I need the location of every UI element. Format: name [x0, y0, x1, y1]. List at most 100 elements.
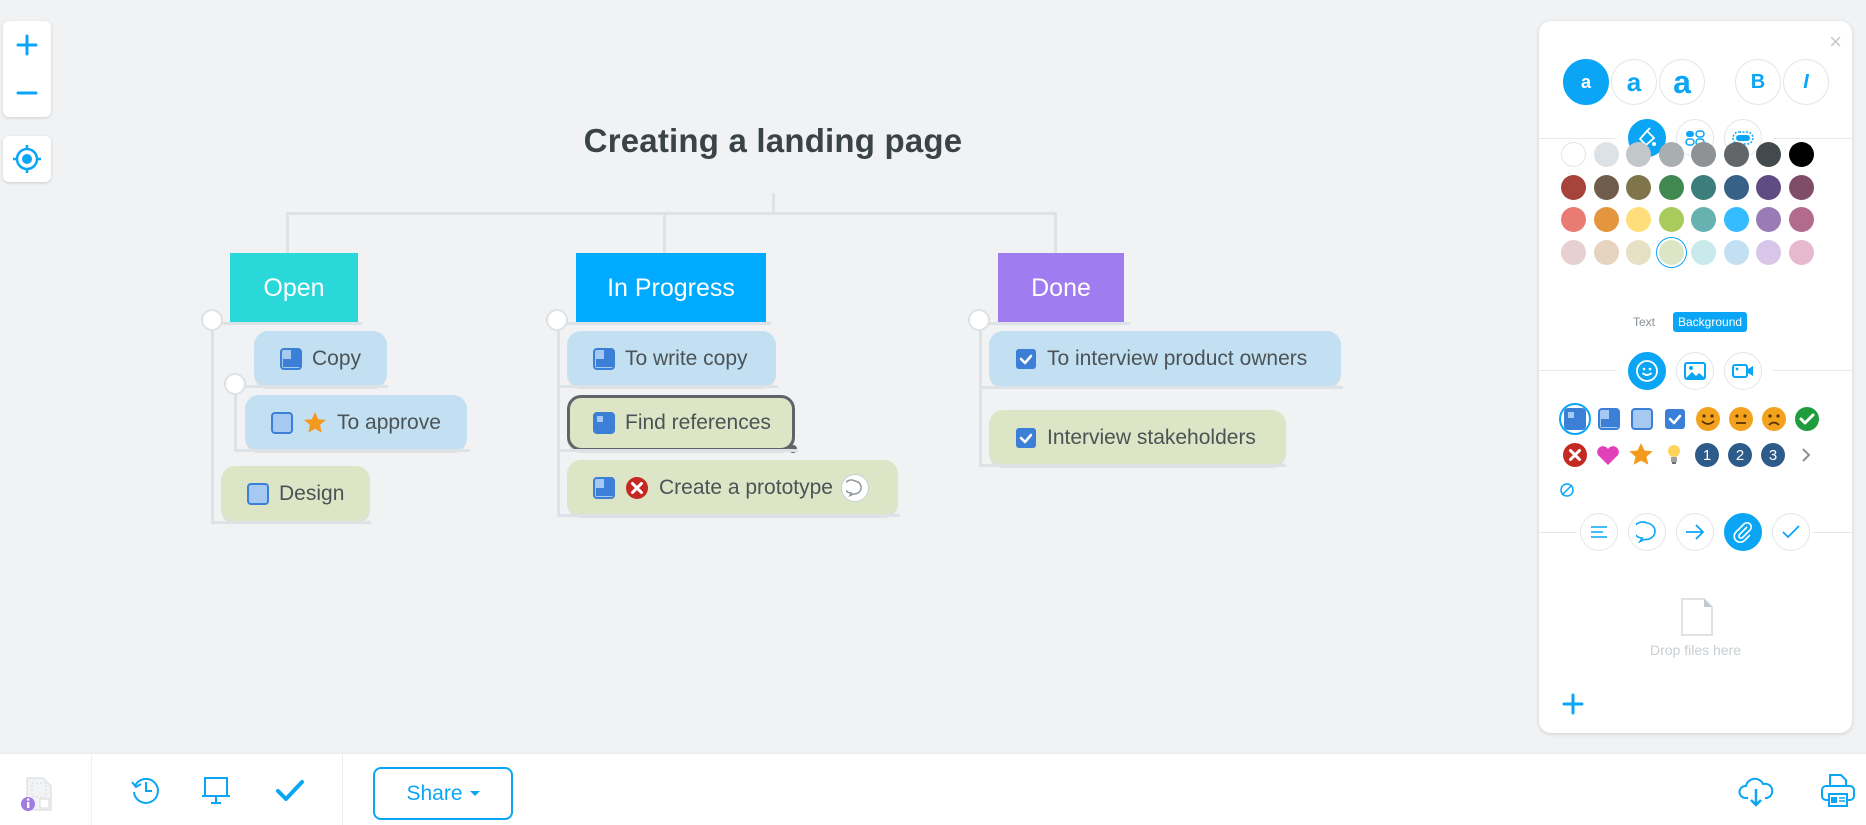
color-swatch[interactable]: [1658, 142, 1684, 167]
divider: [1539, 370, 1617, 371]
locate-button[interactable]: [3, 136, 51, 182]
color-swatch[interactable]: [1788, 142, 1814, 167]
color-swatch[interactable]: [1756, 174, 1781, 200]
color-swatch[interactable]: [1788, 174, 1814, 200]
connector: [558, 385, 778, 388]
link-tab[interactable]: [1676, 513, 1714, 551]
attachment-tab[interactable]: [1724, 513, 1762, 551]
node-create-a-prototype[interactable]: Create a prototype: [567, 460, 898, 516]
number-2-icon[interactable]: 2: [1726, 441, 1754, 469]
color-swatch[interactable]: [1723, 142, 1749, 167]
presentation-button[interactable]: [198, 774, 234, 806]
color-swatch[interactable]: [1593, 239, 1619, 265]
bold-button[interactable]: B: [1735, 59, 1781, 105]
tasks-button[interactable]: [272, 774, 308, 806]
color-swatch[interactable]: [1723, 239, 1749, 265]
node-to-interview-product-owners[interactable]: To interview product owners: [989, 331, 1341, 387]
star-icon[interactable]: [1627, 441, 1655, 469]
color-swatch[interactable]: [1593, 142, 1619, 167]
map-title[interactable]: Creating a landing page: [500, 122, 1046, 160]
color-swatch[interactable]: [1756, 142, 1781, 167]
task-tab[interactable]: [1772, 513, 1810, 551]
color-swatch[interactable]: [1691, 142, 1716, 167]
color-swatch[interactable]: [1593, 174, 1619, 200]
check-green-icon[interactable]: [1793, 405, 1821, 433]
zoom-in-button[interactable]: [3, 21, 51, 69]
collapse-knob[interactable]: [224, 373, 246, 395]
category-done[interactable]: Done: [998, 253, 1124, 323]
node-copy[interactable]: Copy: [254, 331, 387, 387]
number-3-icon[interactable]: 3: [1759, 441, 1787, 469]
media-tab-image[interactable]: [1676, 352, 1714, 390]
color-swatch[interactable]: [1723, 174, 1749, 200]
comment-icon: [845, 479, 862, 497]
node-design[interactable]: Design: [221, 466, 370, 522]
history-button[interactable]: [126, 774, 166, 806]
color-swatch[interactable]: [1756, 207, 1781, 232]
number-1-icon[interactable]: 1: [1693, 441, 1721, 469]
add-attachment-button[interactable]: [1562, 693, 1584, 720]
color-swatch[interactable]: [1658, 207, 1684, 232]
color-swatch[interactable]: [1593, 207, 1619, 232]
drop-zone-label[interactable]: Drop files here: [1539, 642, 1852, 658]
close-panel-button[interactable]: ×: [1829, 29, 1842, 55]
chevron-right-icon[interactable]: [1792, 441, 1820, 469]
export-button[interactable]: [1737, 772, 1777, 810]
task-half-icon[interactable]: [1595, 405, 1623, 433]
color-swatch[interactable]: [1658, 174, 1684, 200]
color-target-text-tab[interactable]: Text: [1633, 315, 1655, 329]
collapse-knob[interactable]: [546, 309, 568, 331]
color-swatch[interactable]: [1691, 239, 1716, 265]
comment-tab[interactable]: [1628, 513, 1666, 551]
notes-tab[interactable]: [1580, 513, 1618, 551]
sad-face-icon[interactable]: [1760, 405, 1788, 433]
color-swatch[interactable]: [1626, 142, 1651, 167]
color-swatch[interactable]: [1626, 174, 1651, 200]
color-swatch[interactable]: [1561, 239, 1586, 265]
text-size-small-button[interactable]: a: [1563, 59, 1609, 105]
category-in-progress[interactable]: In Progress: [576, 253, 766, 323]
color-swatch[interactable]: [1561, 174, 1586, 200]
node-to-write-copy[interactable]: To write copy: [567, 331, 776, 387]
color-swatch[interactable]: [1788, 207, 1814, 232]
lightbulb-icon[interactable]: [1660, 441, 1688, 469]
task-done-icon[interactable]: [1661, 405, 1689, 433]
media-tab-icons[interactable]: [1628, 352, 1666, 390]
node-interview-stakeholders[interactable]: Interview stakeholders: [989, 410, 1286, 466]
smile-icon[interactable]: [1694, 405, 1722, 433]
collapse-knob[interactable]: [968, 309, 990, 331]
color-swatch[interactable]: [1723, 207, 1749, 232]
color-swatch[interactable]: [1756, 239, 1781, 265]
color-swatch[interactable]: [1561, 207, 1586, 232]
comment-badge[interactable]: [840, 474, 869, 502]
color-target-background-tab[interactable]: Background: [1673, 312, 1748, 332]
zoom-out-button[interactable]: [3, 69, 51, 117]
color-swatch[interactable]: [1561, 142, 1586, 167]
color-swatch[interactable]: [1788, 239, 1814, 265]
color-swatch[interactable]: [1658, 239, 1684, 265]
color-swatch[interactable]: [1626, 239, 1651, 265]
color-swatch[interactable]: [1626, 207, 1651, 232]
color-swatch[interactable]: [1691, 207, 1716, 232]
share-button[interactable]: Share: [373, 767, 513, 820]
text-size-medium-button[interactable]: a: [1611, 59, 1657, 105]
no-icon[interactable]: [1558, 481, 1576, 499]
task-empty-icon[interactable]: [1628, 405, 1656, 433]
cross-red-icon[interactable]: [1561, 441, 1589, 469]
task-quarter-icon[interactable]: [1559, 403, 1591, 435]
italic-button[interactable]: I: [1783, 59, 1829, 105]
category-open[interactable]: Open: [230, 253, 358, 323]
toolbar-divider: [91, 754, 92, 825]
color-swatch[interactable]: [1691, 174, 1716, 200]
node-find-references[interactable]: Find references: [567, 395, 797, 453]
collapse-knob[interactable]: [201, 309, 223, 331]
print-button[interactable]: [1818, 772, 1858, 810]
text-size-large-button[interactable]: a: [1659, 59, 1705, 105]
link-icon: [1686, 524, 1705, 540]
media-tab-video[interactable]: [1724, 352, 1762, 390]
neutral-face-icon[interactable]: [1727, 405, 1755, 433]
map-info-button[interactable]: [17, 774, 57, 814]
divider: [1539, 532, 1577, 533]
node-to-approve[interactable]: To approve: [245, 395, 467, 451]
heart-icon[interactable]: [1594, 441, 1622, 469]
